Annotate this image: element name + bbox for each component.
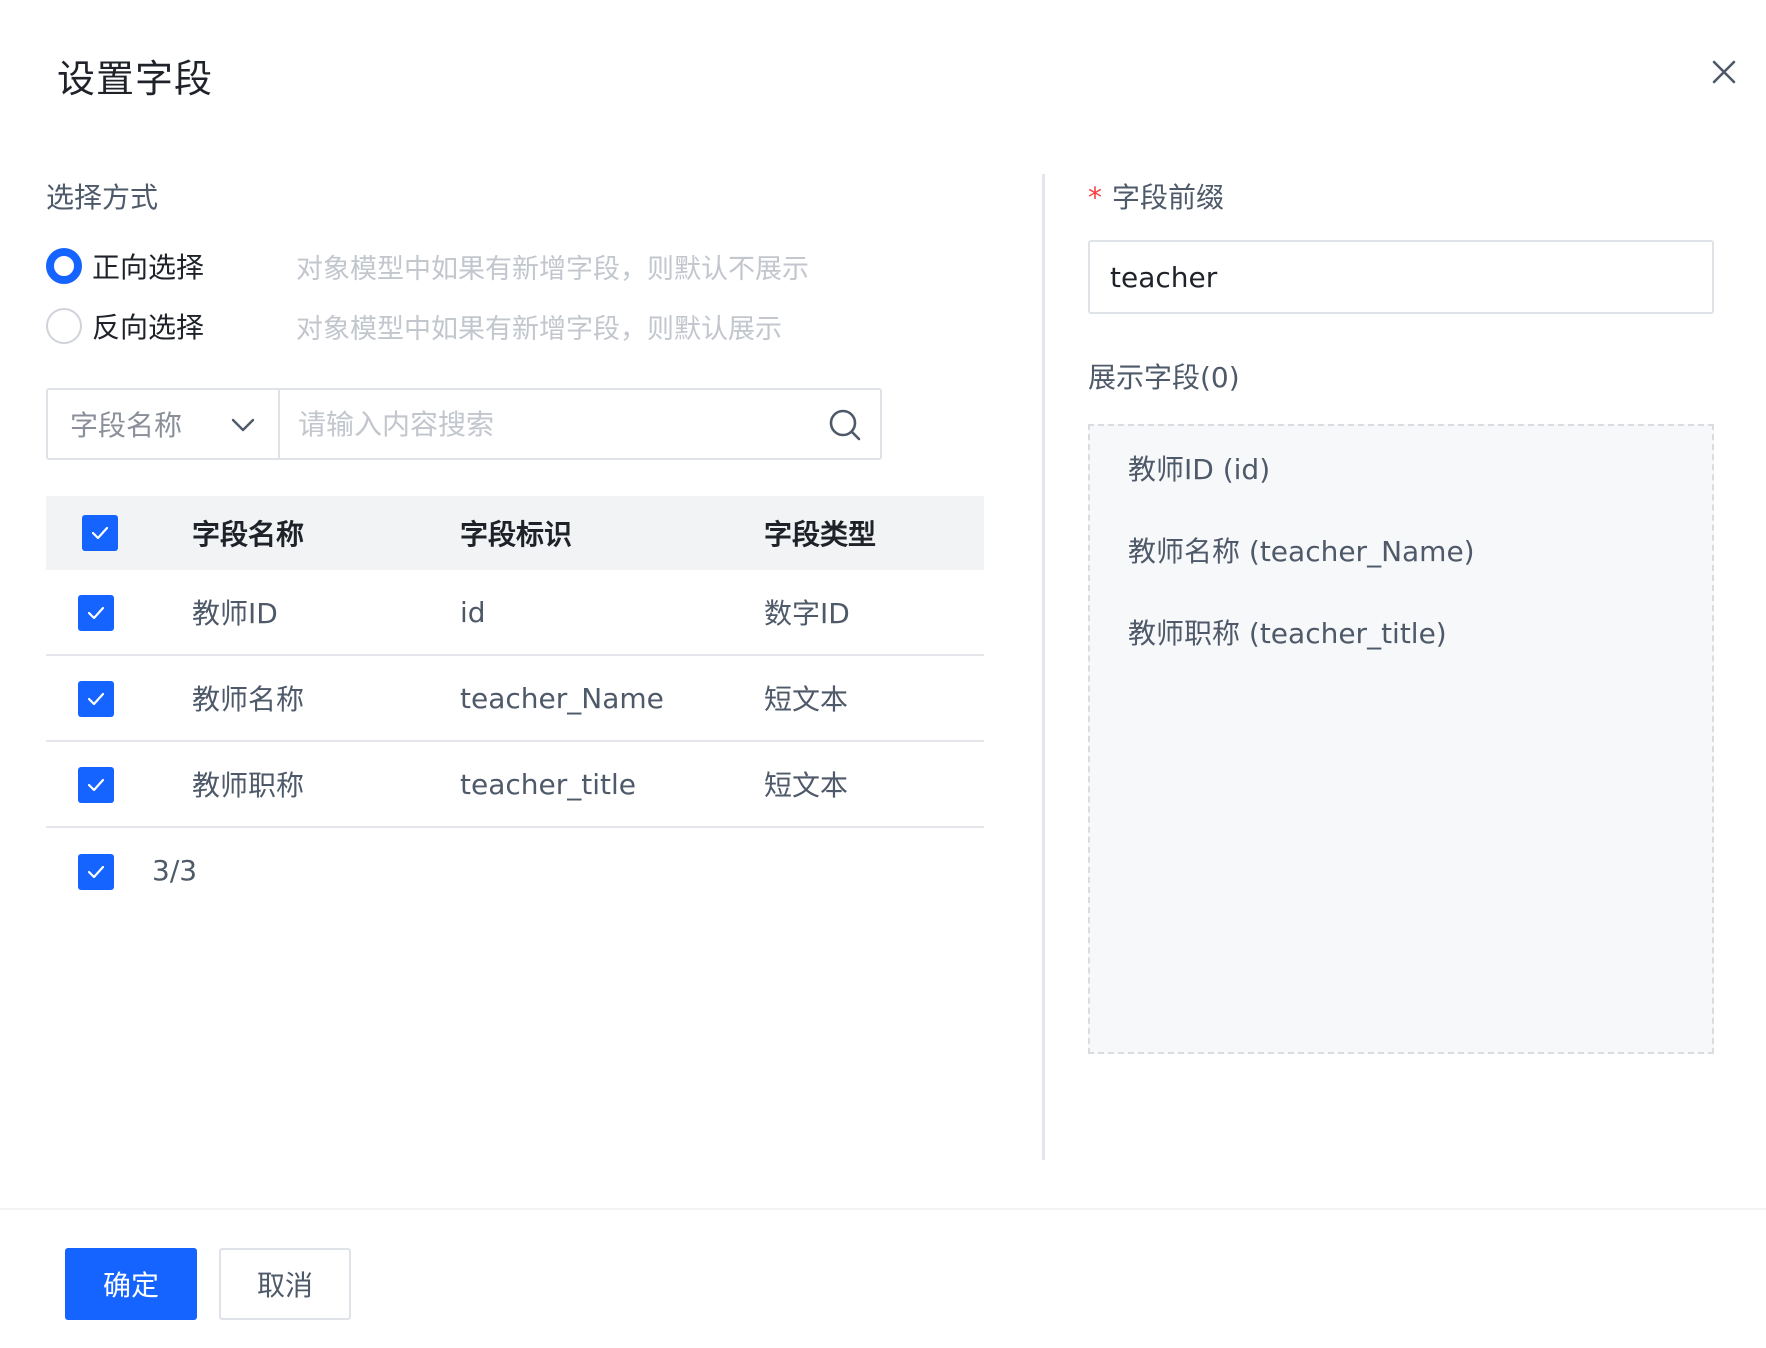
row-checkbox[interactable] [78, 767, 114, 803]
cell-field-type: 短文本 [764, 769, 849, 802]
selection-mode-label: 选择方式 [46, 181, 159, 214]
header-field-name: 字段名称 [192, 518, 305, 551]
row-checkbox[interactable] [78, 595, 114, 631]
confirm-button[interactable]: 确定 [65, 1248, 197, 1320]
search-field-select-value: 字段名称 [70, 409, 183, 442]
cell-field-name: 教师名称 [192, 683, 305, 716]
prefix-label: 字段前缀 [1112, 181, 1225, 214]
radio-reverse-hint: 对象模型中如果有新增字段，则默认展示 [296, 313, 782, 345]
panel-divider [1042, 174, 1045, 1160]
required-mark: * [1088, 181, 1102, 214]
display-fields-box[interactable]: 教师ID (id) 教师名称 (teacher_Name) 教师职称 (teac… [1088, 424, 1714, 1054]
check-icon [87, 692, 105, 706]
check-icon [87, 778, 105, 792]
close-icon [1712, 60, 1736, 84]
radio-forward-hint: 对象模型中如果有新增字段，则默认不展示 [296, 253, 809, 285]
cell-field-key: teacher_Name [460, 681, 664, 715]
check-icon [87, 865, 105, 879]
cell-field-name: 教师职称 [192, 769, 305, 802]
table-header: 字段名称 字段标识 字段类型 [46, 496, 984, 570]
header-field-key: 字段标识 [460, 518, 573, 551]
prefix-input[interactable] [1088, 240, 1714, 314]
table-row[interactable]: 教师ID id 数字ID [46, 570, 984, 656]
chevron-down-icon [231, 418, 255, 432]
cell-field-type: 短文本 [764, 683, 849, 716]
footer-select-all-checkbox[interactable] [78, 854, 114, 890]
display-field-item[interactable]: 教师名称 (teacher_Name) [1128, 530, 1475, 570]
row-checkbox[interactable] [78, 681, 114, 717]
search-input[interactable] [280, 390, 880, 458]
select-all-checkbox[interactable] [82, 515, 118, 551]
table-footer: 3/3 [46, 840, 446, 900]
cell-field-key: id [460, 595, 486, 629]
radio-forward[interactable]: 正向选择 对象模型中如果有新增字段，则默认不展示 [46, 246, 809, 286]
display-fields-label: 展示字段(0) [1088, 361, 1240, 394]
radio-reverse-label: 反向选择 [92, 311, 205, 344]
fields-table: 字段名称 字段标识 字段类型 教师ID id 数字ID 教师名称 teacher… [46, 496, 984, 828]
close-button[interactable] [1706, 54, 1742, 90]
selected-count: 3/3 [152, 854, 198, 887]
radio-reverse-indicator[interactable] [46, 308, 82, 344]
header-field-type: 字段类型 [764, 518, 877, 551]
search-field-select[interactable]: 字段名称 [48, 390, 280, 458]
radio-forward-label: 正向选择 [92, 251, 205, 284]
radio-reverse[interactable]: 反向选择 对象模型中如果有新增字段，则默认展示 [46, 306, 782, 346]
search-icon[interactable] [826, 406, 864, 444]
check-icon [87, 606, 105, 620]
display-field-item[interactable]: 教师职称 (teacher_title) [1128, 612, 1447, 652]
cell-field-key: teacher_title [460, 767, 636, 801]
display-field-item[interactable]: 教师ID (id) [1128, 448, 1270, 488]
cancel-button[interactable]: 取消 [219, 1248, 351, 1320]
table-row[interactable]: 教师职称 teacher_title 短文本 [46, 742, 984, 828]
dialog-title: 设置字段 [57, 57, 214, 101]
check-icon [91, 526, 109, 540]
table-row[interactable]: 教师名称 teacher_Name 短文本 [46, 656, 984, 742]
cell-field-type: 数字ID [764, 597, 850, 630]
cell-field-name: 教师ID [192, 597, 278, 630]
prefix-label-row: * 字段前缀 [1088, 176, 1224, 216]
search-bar: 字段名称 [46, 388, 882, 460]
radio-forward-indicator[interactable] [46, 248, 82, 284]
